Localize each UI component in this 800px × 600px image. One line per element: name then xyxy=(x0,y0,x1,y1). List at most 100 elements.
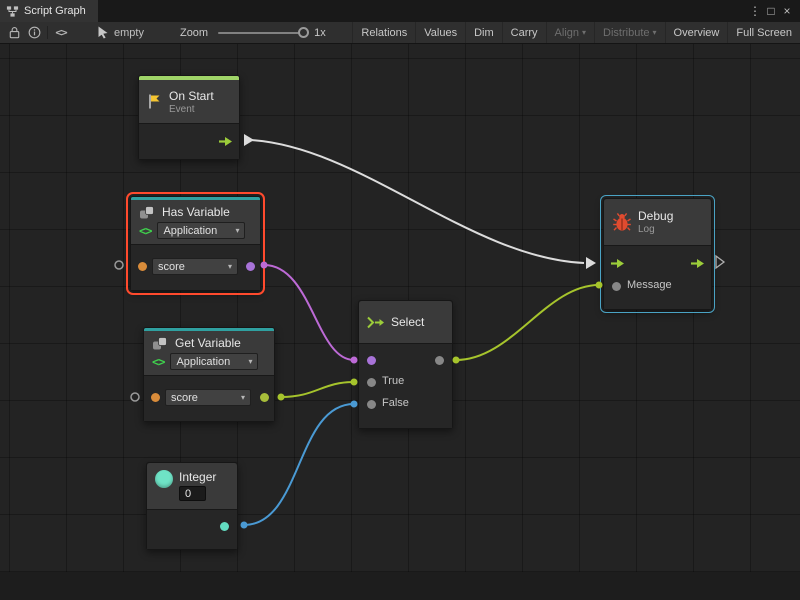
select-icon xyxy=(367,316,385,329)
code-view-button[interactable]: <> xyxy=(51,24,71,42)
wire-endpoint xyxy=(596,282,603,289)
node-debug-log[interactable]: Debug Log Message xyxy=(603,198,712,310)
lock-button[interactable] xyxy=(4,24,24,42)
zoom-slider[interactable] xyxy=(218,32,306,34)
wire-endpoint xyxy=(241,522,248,529)
node-title: Get Variable xyxy=(175,336,241,350)
wire-endpoint xyxy=(351,379,358,386)
unconnected-input-port[interactable] xyxy=(115,261,123,269)
window-tab-bar: Script Graph ⋮ □ × xyxy=(0,0,800,22)
canvas-bottom-gutter xyxy=(0,572,800,600)
selection-status: empty xyxy=(97,26,144,39)
relations-button[interactable]: Relations xyxy=(352,22,415,43)
wire-endpoint xyxy=(351,357,358,364)
wire-start-arrow xyxy=(244,134,254,146)
window-controls: ⋮ □ × xyxy=(747,0,800,22)
false-port-label: False xyxy=(382,397,409,409)
info-button[interactable] xyxy=(24,24,44,42)
wire-onstart-to-debuglog[interactable] xyxy=(250,140,584,263)
value-output-port[interactable] xyxy=(260,393,269,402)
node-title: Has Variable xyxy=(162,205,230,219)
wire-hasvariable-to-select[interactable] xyxy=(264,265,354,360)
code-icon: <> xyxy=(139,224,151,238)
cursor-icon xyxy=(97,26,109,39)
chevron-down-icon: ▾ xyxy=(235,226,239,235)
chevron-down-icon: ▾ xyxy=(241,393,245,402)
node-title: Select xyxy=(391,315,424,329)
full-screen-button[interactable]: Full Screen xyxy=(727,22,800,43)
maximize-icon[interactable]: □ xyxy=(763,0,779,22)
chevron-down-icon: ▾ xyxy=(228,262,232,271)
node-select[interactable]: Select True False xyxy=(358,300,453,429)
chevron-down-icon: ▾ xyxy=(582,28,586,37)
lock-icon xyxy=(7,25,22,40)
node-get-variable[interactable]: Get Variable <> Application ▾ score ▾ xyxy=(143,327,275,422)
value-input-port[interactable] xyxy=(151,393,160,402)
variable-name-dropdown[interactable]: score ▾ xyxy=(152,258,238,275)
carry-button[interactable]: Carry xyxy=(502,22,546,43)
flow-output-port[interactable] xyxy=(690,258,705,269)
bug-icon xyxy=(612,212,632,232)
tab-title: Script Graph xyxy=(24,5,86,17)
close-icon[interactable]: × xyxy=(779,0,795,22)
unconnected-flow-port[interactable] xyxy=(716,256,724,268)
tab-script-graph[interactable]: Script Graph xyxy=(0,0,98,22)
toolbar-separator xyxy=(47,26,48,39)
message-port-label: Message xyxy=(627,279,672,291)
dim-button[interactable]: Dim xyxy=(465,22,502,43)
wire-endpoint xyxy=(351,401,358,408)
variables-icon xyxy=(152,337,169,350)
chevron-down-icon: ▾ xyxy=(653,28,657,37)
graph-icon xyxy=(6,5,19,18)
menu-dots-icon[interactable]: ⋮ xyxy=(747,0,763,22)
bool-output-port[interactable] xyxy=(246,262,255,271)
distribute-button[interactable]: Distribute ▾ xyxy=(594,22,664,43)
wire-endpoint xyxy=(261,262,268,269)
unconnected-input-port[interactable] xyxy=(131,393,139,401)
code-icon: <> xyxy=(152,355,164,369)
integer-output-port[interactable] xyxy=(220,522,229,531)
zoom-value: 1x xyxy=(314,27,326,39)
wire-getvariable-to-select[interactable] xyxy=(281,382,354,397)
integer-value-input[interactable]: 0 xyxy=(179,486,206,501)
node-subtitle: Event xyxy=(169,104,214,115)
selection-output-port[interactable] xyxy=(435,356,444,365)
flag-icon xyxy=(147,93,163,110)
info-icon xyxy=(27,25,42,40)
values-button[interactable]: Values xyxy=(415,22,465,43)
node-on-start[interactable]: On Start Event xyxy=(138,75,240,160)
node-title: Debug xyxy=(638,209,673,223)
node-has-variable[interactable]: Has Variable <> Application ▾ score ▾ xyxy=(130,196,261,291)
node-title: Integer xyxy=(179,470,216,484)
chevron-down-icon: ▾ xyxy=(248,357,252,366)
align-button[interactable]: Align ▾ xyxy=(546,22,594,43)
code-icon: <> xyxy=(55,26,66,39)
flow-output-port[interactable] xyxy=(218,136,233,147)
scope-dropdown[interactable]: Application ▾ xyxy=(157,222,245,239)
flow-input-port[interactable] xyxy=(610,258,625,269)
condition-input-port[interactable] xyxy=(367,356,376,365)
integer-icon xyxy=(155,470,173,488)
true-input-port[interactable] xyxy=(367,378,376,387)
value-input-port[interactable] xyxy=(138,262,147,271)
true-port-label: True xyxy=(382,375,404,387)
zoom-slider-handle[interactable] xyxy=(298,27,309,38)
graph-toolbar: <> empty Zoom 1x Relations Values Dim Ca… xyxy=(0,22,800,44)
wire-endpoint xyxy=(453,357,460,364)
graph-canvas[interactable]: On Start Event Has Variable <> xyxy=(0,44,800,600)
toolbar-buttons: Relations Values Dim Carry Align ▾ Distr… xyxy=(352,22,800,43)
wire-select-to-debuglog[interactable] xyxy=(456,285,599,360)
selection-empty-label: empty xyxy=(114,27,144,39)
false-input-port[interactable] xyxy=(367,400,376,409)
zoom-label: Zoom xyxy=(180,27,208,39)
variable-name-dropdown[interactable]: score ▾ xyxy=(165,389,251,406)
wire-integer-to-select[interactable] xyxy=(244,404,354,525)
node-title: On Start xyxy=(169,89,214,103)
node-integer[interactable]: Integer 0 xyxy=(146,462,238,550)
scope-dropdown[interactable]: Application ▾ xyxy=(170,353,258,370)
message-input-port[interactable] xyxy=(612,282,621,291)
node-subtitle: Log xyxy=(638,224,673,235)
variables-icon xyxy=(139,206,156,219)
wire-end-arrow xyxy=(586,257,596,269)
overview-button[interactable]: Overview xyxy=(665,22,728,43)
